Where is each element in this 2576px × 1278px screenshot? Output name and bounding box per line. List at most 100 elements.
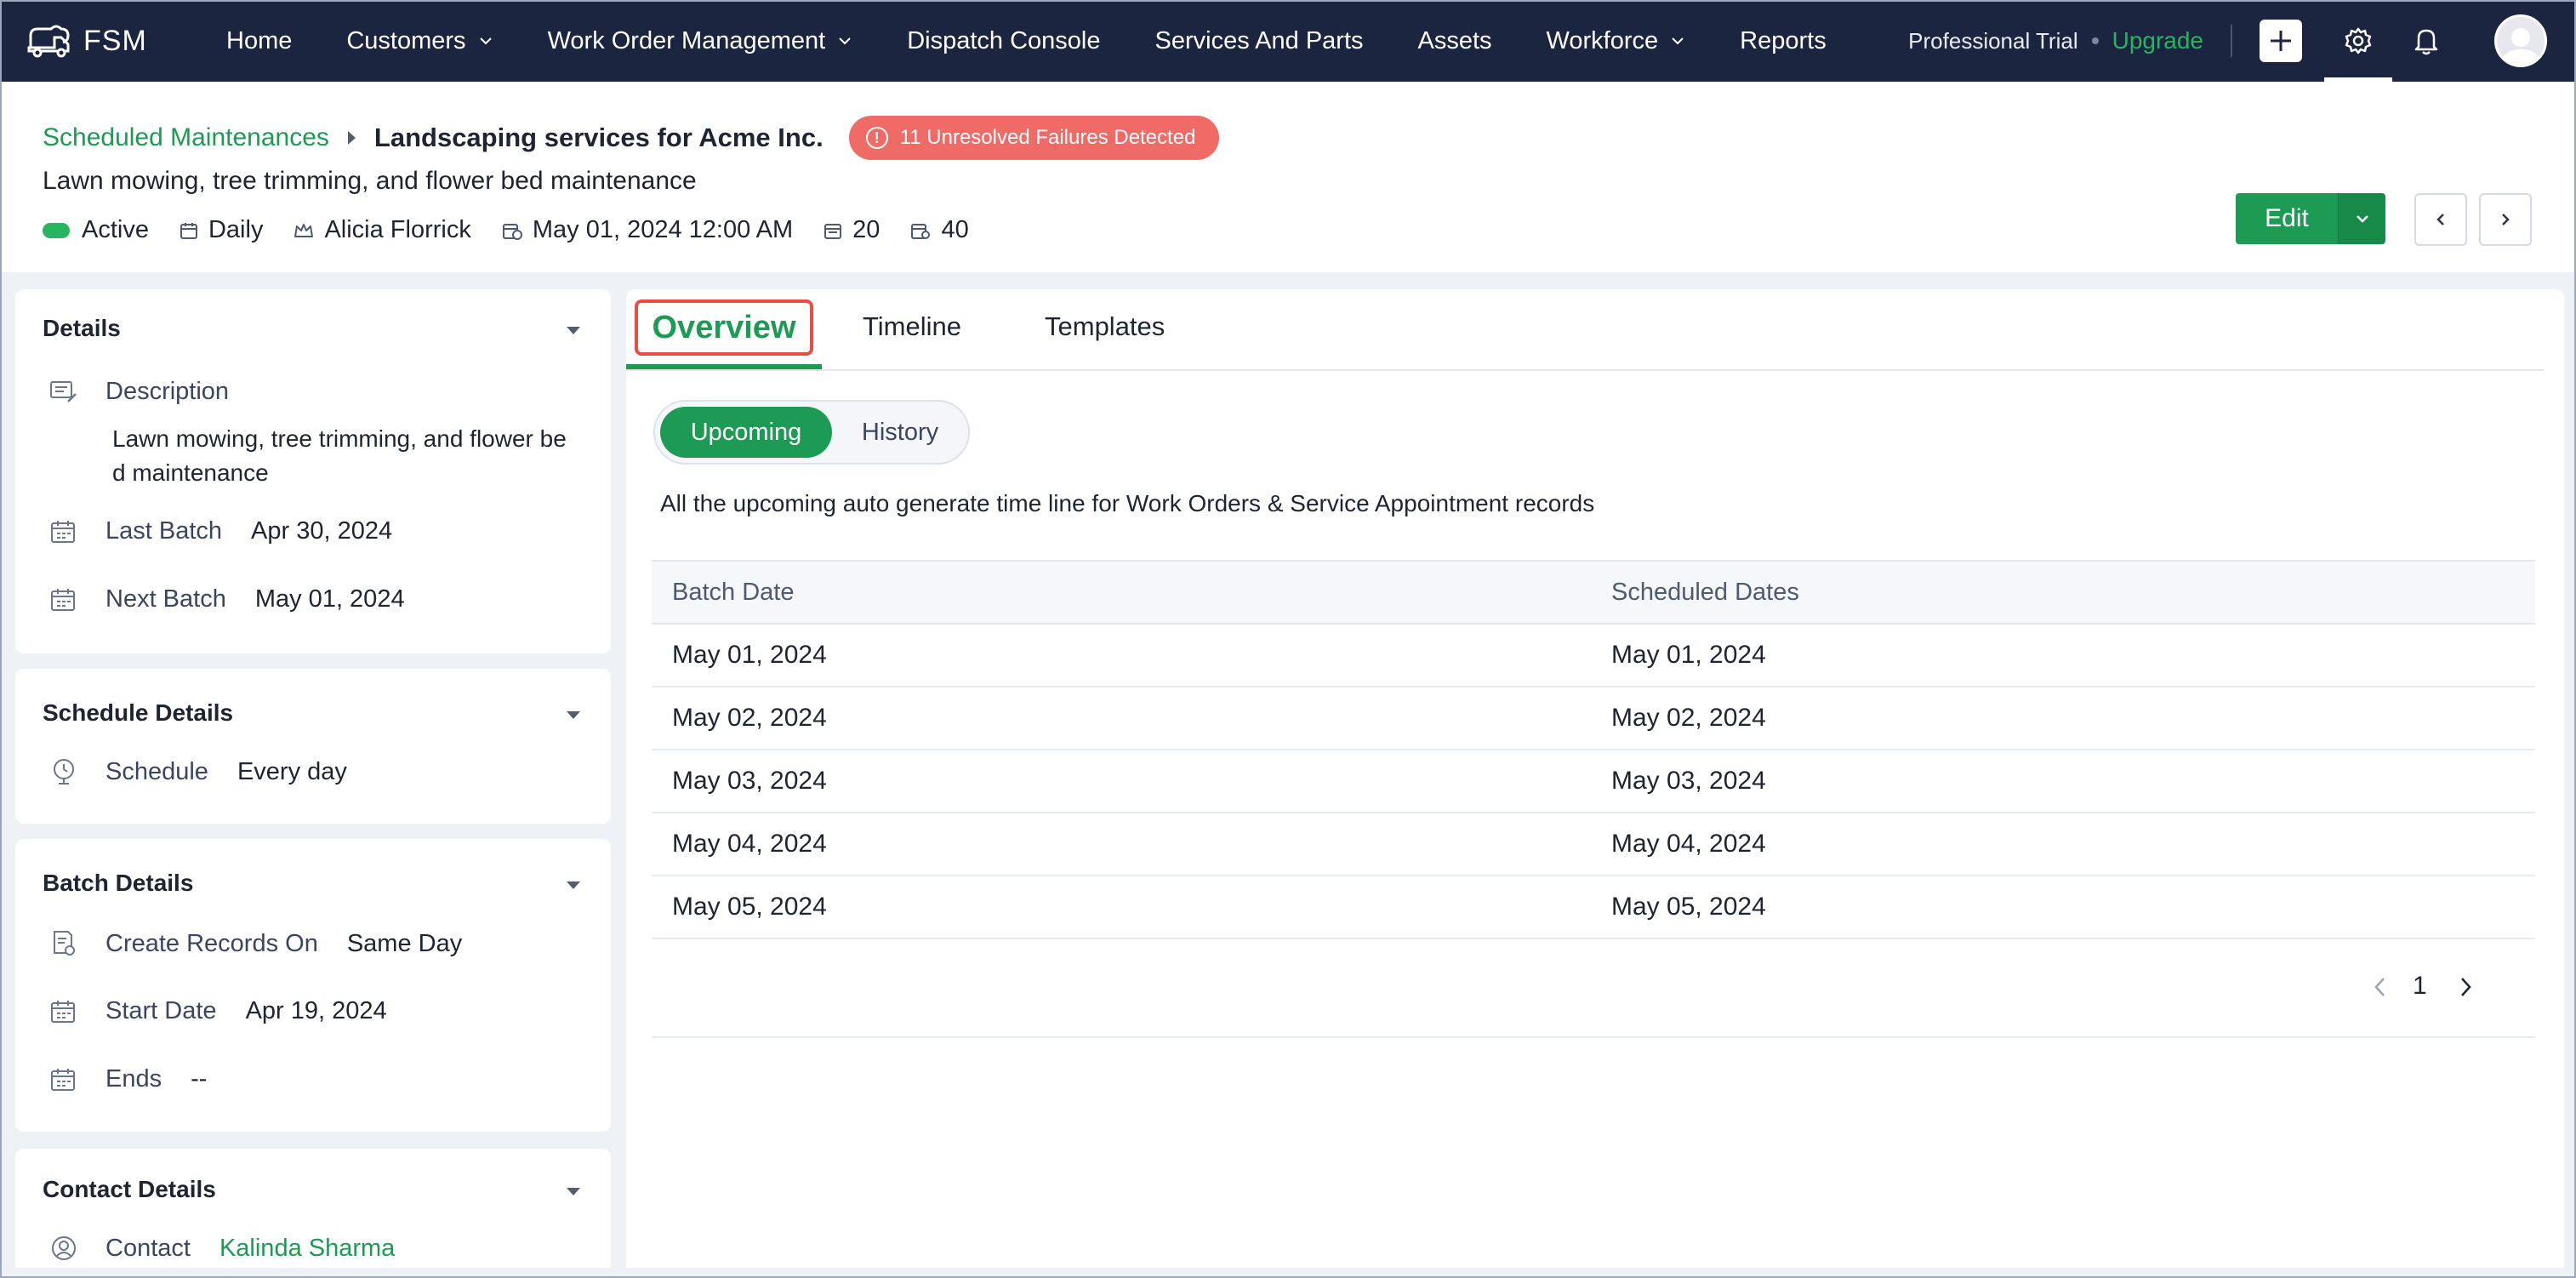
edit-button[interactable]: Edit — [2236, 193, 2338, 244]
nav-work-order-management[interactable]: Work Order Management — [548, 27, 853, 55]
chevron-down-icon — [839, 37, 851, 45]
next-batch-label: Next Batch — [105, 585, 226, 613]
notifications-button[interactable] — [2392, 0, 2460, 82]
ends-field: Ends -- — [49, 1065, 207, 1093]
caret-down-icon[interactable] — [567, 711, 580, 719]
scheduled-date-cell: May 05, 2024 — [1611, 893, 1766, 921]
contact-details-panel: Contact Details Contact Kalinda Sharma — [15, 1149, 611, 1268]
nav-services-and-parts[interactable]: Services And Parts — [1155, 27, 1364, 55]
calendar-icon — [51, 588, 75, 611]
table-row: May 04, 2024 May 04, 2024 — [652, 813, 2535, 876]
scheduled-date-cell: May 04, 2024 — [1611, 830, 1766, 858]
nav-services-label: Services And Parts — [1154, 26, 1364, 54]
frequency-indicator: Daily — [180, 216, 263, 244]
alert-icon: ! — [865, 127, 888, 149]
previous-record-button[interactable] — [2414, 193, 2467, 246]
calendar-icon — [51, 1068, 75, 1091]
record-meta: Active Daily Alicia Florrick May 01, 202… — [43, 216, 1000, 244]
nav-home-label: Home — [226, 26, 293, 54]
start-date-label: Start Date — [105, 997, 217, 1024]
owner-label: Alicia Florrick — [324, 216, 471, 243]
failure-badge[interactable]: ! 11 Unresolved Failures Detected — [848, 116, 1220, 160]
trial-label: Professional Trial — [1908, 27, 2078, 54]
upgrade-link[interactable]: Upgrade — [2112, 27, 2203, 54]
nav-home[interactable]: Home — [226, 27, 292, 55]
contact-link[interactable]: Kalinda Sharma — [219, 1235, 395, 1263]
chevron-left-icon — [2436, 214, 2444, 225]
batch-date-cell: May 04, 2024 — [672, 830, 827, 858]
user-avatar[interactable] — [2494, 14, 2547, 67]
edit-dropdown-button[interactable] — [2338, 193, 2385, 244]
upcoming-history-toggle: Upcoming History — [653, 400, 970, 465]
app-logo[interactable]: FSM — [26, 22, 170, 60]
breadcrumb-scheduled-maintenances[interactable]: Scheduled Maintenances — [43, 123, 329, 152]
nav-reports[interactable]: Reports — [1740, 27, 1827, 55]
table-row: May 03, 2024 May 03, 2024 — [652, 750, 2535, 813]
scheduled-date-cell: May 02, 2024 — [1611, 704, 1766, 732]
batch-details-title: Batch Details — [43, 870, 194, 896]
failure-badge-label: 11 Unresolved Failures Detected — [899, 126, 1196, 149]
ends-value: -- — [191, 1065, 208, 1093]
upcoming-toggle-button[interactable]: Upcoming — [660, 407, 832, 458]
calendar-list-icon — [824, 223, 842, 239]
chevron-right-icon — [2461, 978, 2471, 996]
chevron-down-icon — [479, 37, 492, 45]
scheduled-date-cell: May 03, 2024 — [1611, 767, 1766, 795]
nav-customers[interactable]: Customers — [346, 27, 493, 55]
last-batch-value: Apr 30, 2024 — [251, 517, 393, 545]
datetime-label: May 01, 2024 12:00 AM — [532, 216, 794, 243]
quick-create-button[interactable] — [2260, 20, 2302, 62]
nav-dispatch-console[interactable]: Dispatch Console — [907, 27, 1100, 55]
status-pill-icon — [43, 222, 70, 238]
owner-indicator: Alicia Florrick — [294, 216, 471, 244]
table-row: May 01, 2024 May 01, 2024 — [652, 625, 2535, 687]
table-pagination: 1 — [652, 943, 2535, 1038]
ends-label: Ends — [105, 1065, 162, 1093]
batch-details-panel: Batch Details Create Records On Same Day… — [15, 839, 611, 1132]
breadcrumb: Scheduled Maintenances Landscaping servi… — [43, 116, 1220, 160]
datetime-indicator: May 01, 2024 12:00 AM — [502, 216, 793, 244]
schedule-label: Schedule — [105, 757, 208, 785]
nav-workforce[interactable]: Workforce — [1547, 27, 1686, 55]
tab-templates[interactable]: Templates — [1045, 311, 1165, 342]
schedule-details-panel: Schedule Details Schedule Every day — [15, 669, 611, 824]
caret-down-icon[interactable] — [567, 881, 580, 889]
record-header: Scheduled Maintenances Landscaping servi… — [0, 82, 2576, 272]
column-header-batch-date: Batch Date — [672, 579, 795, 606]
description-field: Description — [49, 378, 258, 406]
create-records-field: Create Records On Same Day — [49, 929, 462, 958]
next-page-button[interactable] — [2450, 972, 2481, 1002]
settings-button[interactable] — [2324, 0, 2392, 82]
nav-assets[interactable]: Assets — [1418, 27, 1492, 55]
previous-page-button[interactable] — [2365, 972, 2396, 1002]
table-row: May 02, 2024 May 02, 2024 — [652, 687, 2535, 750]
description-icon — [50, 380, 77, 402]
chevron-down-icon — [2356, 215, 2368, 223]
schedule-value: Every day — [237, 757, 347, 785]
table-header: Batch Date Scheduled Dates — [652, 560, 2535, 625]
caret-down-icon[interactable] — [567, 327, 580, 334]
navbar-right: Professional Trial Upgrade — [1908, 0, 2576, 82]
history-toggle-button[interactable]: History — [832, 407, 968, 458]
tab-overview[interactable]: Overview — [635, 300, 813, 356]
nav-assets-label: Assets — [1417, 26, 1492, 54]
dot-separator — [2091, 37, 2099, 44]
table-row: May 05, 2024 May 05, 2024 — [652, 876, 2535, 939]
active-tab-underline — [626, 364, 822, 369]
tab-timeline[interactable]: Timeline — [863, 311, 961, 342]
calendar-clock-icon — [502, 223, 522, 240]
top-navbar: FSM Home Customers Work Order Management… — [0, 0, 2576, 82]
details-panel: Details Description Lawn mowing, tree tr… — [15, 289, 611, 653]
create-records-value: Same Day — [346, 929, 463, 957]
batch-date-cell: May 03, 2024 — [672, 767, 827, 795]
gear-icon — [2345, 27, 2372, 54]
create-records-label: Create Records On — [105, 929, 318, 957]
user-silhouette-icon — [2502, 28, 2539, 65]
document-gear-icon — [54, 931, 75, 956]
user-circle-icon — [52, 1236, 76, 1260]
batch-date-cell: May 01, 2024 — [672, 641, 827, 669]
next-record-button[interactable] — [2479, 193, 2532, 246]
caret-down-icon[interactable] — [567, 1188, 580, 1195]
chevron-right-icon — [2502, 214, 2510, 225]
description-label: Description — [105, 378, 230, 405]
